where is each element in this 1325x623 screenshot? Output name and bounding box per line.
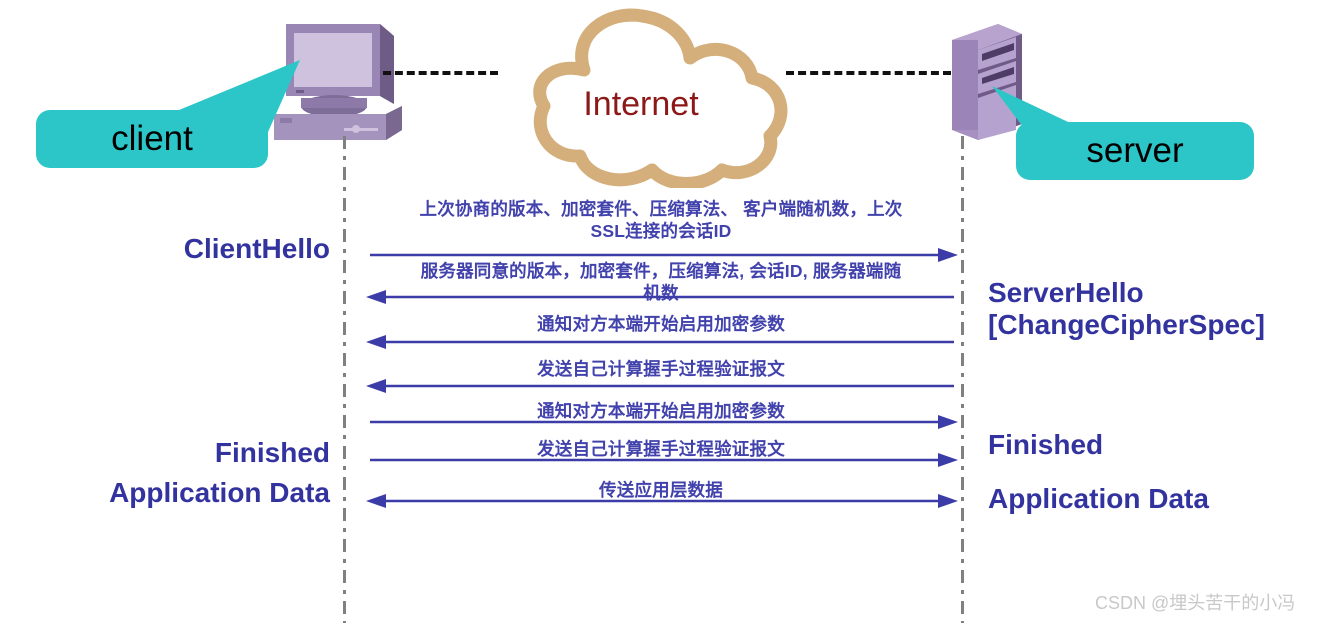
client-callout-label: client: [111, 119, 193, 158]
message-text-4: 发送自己计算握手过程验证报文: [537, 359, 785, 379]
message-text-3: 通知对方本端开始启用加密参数: [537, 314, 785, 334]
message-arrow-6: [370, 453, 958, 467]
message-arrow-4: [366, 379, 954, 393]
message-arrow-5: [370, 415, 958, 429]
client-to-cloud-link: [383, 71, 498, 75]
client-callout: client: [36, 110, 268, 168]
server-callout-label: server: [1086, 131, 1184, 170]
message-arrow-2: [366, 290, 954, 304]
csdn-watermark: CSDN @埋头苦干的小冯: [1095, 593, 1296, 613]
label-changecipherspec: [ChangeCipherSpec]: [988, 309, 1265, 340]
sequence-diagram-canvas: client server Internet ClientHello Finis…: [0, 0, 1325, 623]
label-application-data-server: Application Data: [988, 483, 1209, 514]
server-callout: server: [1016, 122, 1254, 180]
message-arrow-3: [366, 335, 954, 349]
label-clienthello: ClientHello: [183, 233, 330, 264]
client-lifeline: [343, 136, 346, 623]
server-lifeline: [961, 136, 964, 623]
cloud-to-server-link: [786, 71, 951, 75]
message-text-1: 上次协商的版本、加密套件、压缩算法、 客户端随机数，上次 SSL连接的会话ID: [419, 199, 903, 242]
label-serverhello: ServerHello: [988, 277, 1144, 308]
label-application-data-client: Application Data: [109, 477, 330, 508]
cloud-label: Internet: [583, 85, 699, 123]
message-arrow-7: [366, 494, 958, 508]
label-finished-server: Finished: [988, 429, 1104, 460]
label-finished-client: Finished: [214, 437, 330, 468]
